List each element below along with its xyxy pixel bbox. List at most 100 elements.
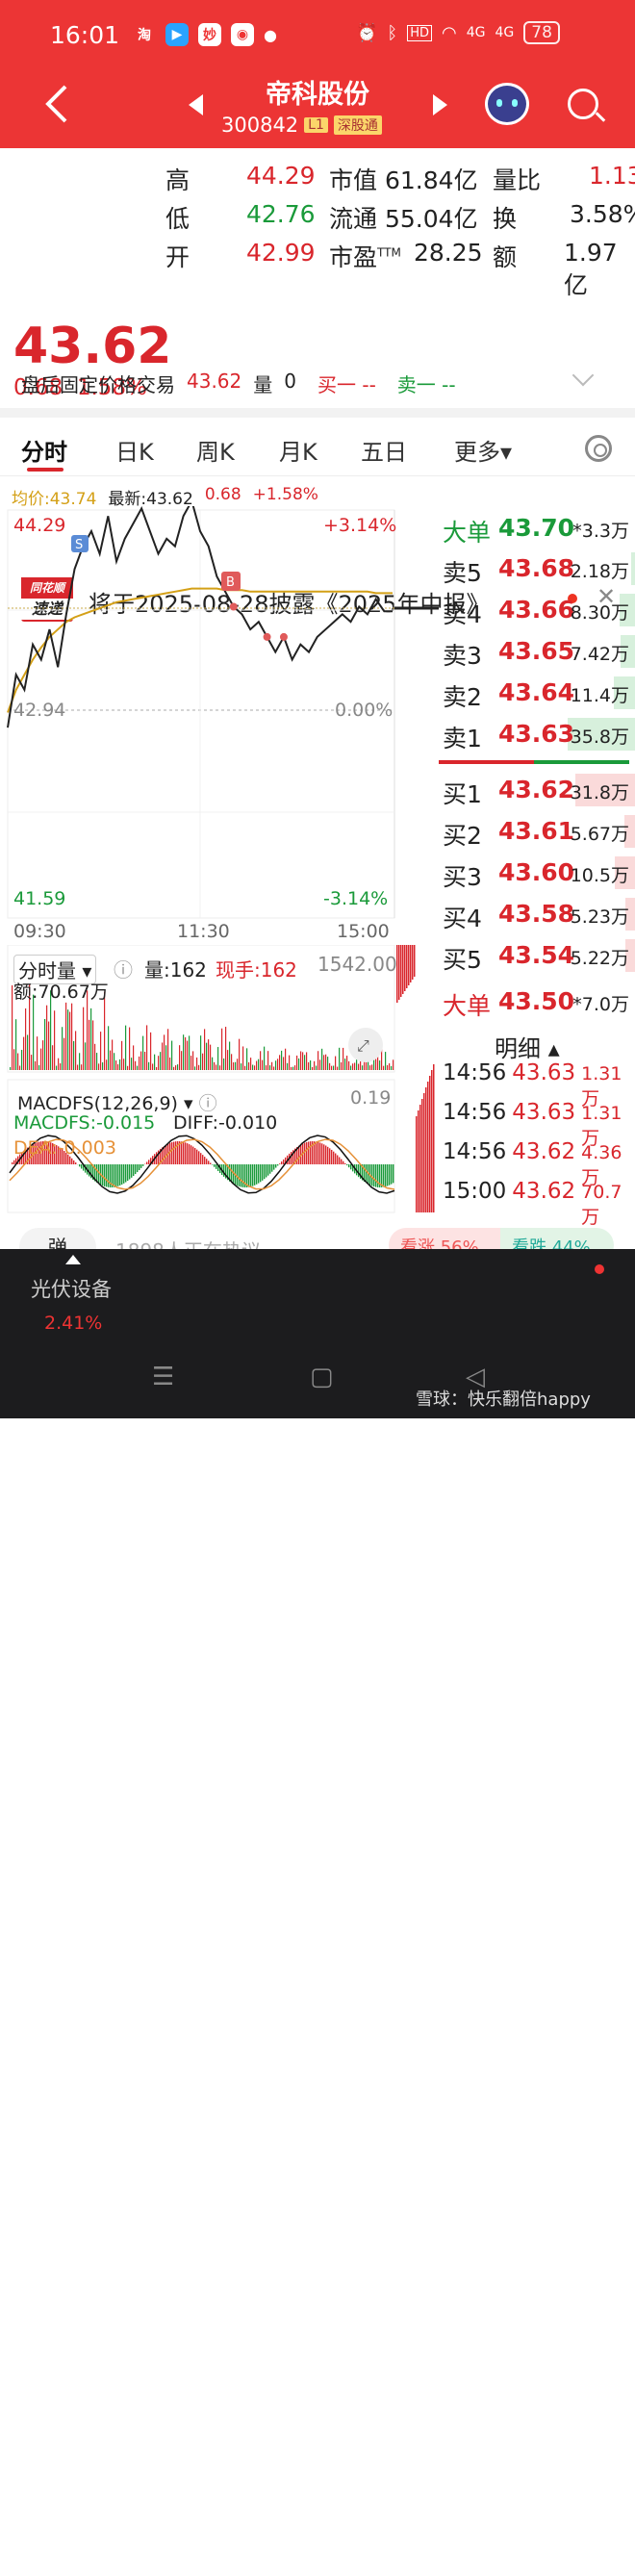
volume-bar — [37, 1036, 38, 1070]
volume-bar — [227, 1050, 228, 1070]
next-stock-icon[interactable] — [433, 94, 447, 115]
after-volume-bar — [431, 1070, 433, 1212]
float-label: 流通 — [329, 200, 377, 235]
volume-bar — [223, 1058, 224, 1070]
tab-intraday[interactable]: 分时 — [21, 433, 67, 467]
macd-bar — [383, 1164, 384, 1187]
tab-five-day[interactable]: 五日 — [361, 433, 407, 467]
volume-bar — [46, 1006, 47, 1070]
taobao-icon: 淘 — [133, 23, 156, 46]
functions-nav-button[interactable]: 功能 — [554, 2513, 593, 2576]
menu-nav-icon[interactable]: ☰ — [152, 1363, 174, 1391]
macd-bar — [196, 1150, 197, 1164]
sell-level-vol: 35.8万 — [571, 723, 629, 749]
macd-bar — [79, 1164, 80, 1166]
volume-bar — [73, 1041, 74, 1070]
volume-bar — [15, 1019, 16, 1070]
macd-bar — [127, 1164, 128, 1181]
volume-bar — [373, 1059, 374, 1070]
diagnose-nav-button[interactable]: 诊股 — [306, 2513, 344, 2576]
volume-bar — [208, 1039, 209, 1070]
macd-bar — [198, 1151, 199, 1164]
tab-weekly-k[interactable]: 周K — [196, 433, 235, 467]
volume-bar — [164, 1034, 165, 1070]
volume-bar — [266, 1065, 267, 1070]
search-icon[interactable] — [568, 89, 598, 119]
macd-bar — [248, 1164, 249, 1187]
dea-value: DEA:-0.003 — [13, 1137, 116, 1159]
volume-bar — [244, 1066, 245, 1070]
after-volume-bar — [433, 1064, 435, 1212]
macd-bar — [75, 1162, 76, 1164]
x-tick-close: 15:00 — [337, 921, 390, 942]
macd-bar — [266, 1164, 267, 1177]
tab-monthly-k[interactable]: 月K — [279, 433, 318, 467]
macd-bar — [212, 1164, 213, 1165]
y-high-label: 44.29 — [13, 515, 65, 536]
sell-level-label: 卖3 — [443, 637, 482, 672]
vol-ratio-value: 1.13 — [589, 162, 635, 190]
sell-level-label: 卖5 — [443, 554, 482, 589]
volume-bar — [350, 1065, 351, 1070]
macd-bar — [121, 1164, 122, 1185]
chevron-down-icon[interactable] — [572, 365, 595, 387]
notice-banner[interactable]: 同花顺速递 将于2025-08-28披露《2025年中报》 ✕ — [0, 283, 635, 348]
volume-bar — [298, 1058, 299, 1070]
open-value: 42.99 — [246, 239, 316, 267]
remove-watchlist-button[interactable]: 删自选 — [418, 2513, 475, 2576]
detail-tab[interactable]: 明细 ▴ — [495, 1030, 560, 1063]
remove-watchlist-label: 删自选 — [418, 2552, 475, 2575]
volume-bar — [348, 1061, 349, 1070]
volume-bar — [98, 1063, 99, 1070]
volume-bar — [354, 1062, 355, 1070]
status-app-icons: 淘 ▶ 妙 ◉ ● — [133, 23, 277, 46]
intraday-chart[interactable]: S B 44.29 42.94 41.59 +3.14% 0.00% -3.14… — [0, 506, 439, 943]
after-volume-bar — [402, 945, 404, 994]
sell-level-price: 43.68 — [498, 554, 574, 582]
macd-help-icon[interactable]: ⓘ — [199, 1093, 217, 1114]
buy-level-row: 买4 43.58 5.23万 — [439, 894, 635, 932]
remove-watchlist-icon — [432, 2513, 461, 2542]
macd-bar — [81, 1164, 82, 1168]
sell-level-vol: 11.4万 — [571, 681, 629, 707]
big-buy-price: 43.50 — [498, 987, 574, 1015]
home-nav-icon[interactable]: ▢ — [310, 1363, 334, 1391]
x-tick-open: 09:30 — [13, 921, 66, 942]
sector-name[interactable]: 光伏设备 — [31, 1274, 112, 1303]
trade-price: 43.62 — [512, 1179, 575, 1229]
bluetooth-icon: ᛒ — [387, 23, 397, 43]
amount-label: 额 — [493, 239, 517, 273]
macd-selector[interactable]: MACDFS(12,26,9) ▾ ⓘ — [17, 1089, 217, 1115]
expand-up-icon[interactable] — [65, 1255, 81, 1264]
dot-icon: ● — [264, 26, 277, 44]
y-low-label: 41.59 — [13, 888, 65, 909]
big-sell-label: 大单 — [443, 514, 491, 548]
hd-icon: HD — [407, 25, 432, 41]
settings-gear-icon[interactable] — [585, 435, 612, 462]
tab-more[interactable]: 更多▾ — [454, 433, 512, 467]
assistant-robot-icon[interactable] — [485, 83, 529, 125]
volume-bar — [192, 1051, 193, 1070]
volume-bar — [321, 1049, 322, 1070]
volume-bar — [140, 1052, 141, 1070]
after-hours-row[interactable]: 盘后固定价格交易 43.62 量 0 买一 -- 卖一 -- — [21, 370, 456, 397]
buy-level-label: 买3 — [443, 858, 482, 893]
macd-bar — [129, 1164, 130, 1180]
volume-bar — [83, 1007, 84, 1070]
macd-bar — [260, 1164, 261, 1182]
buy-level-label: 买1 — [443, 776, 482, 810]
volume-bar — [316, 1065, 317, 1070]
macd-bar — [189, 1144, 190, 1164]
volume-bar — [375, 1058, 376, 1070]
sell-level-label: 卖1 — [443, 720, 482, 754]
fullscreen-icon-glyph: ⤢ — [357, 1036, 369, 1055]
volume-bar — [167, 1029, 168, 1070]
volume-bar — [173, 1067, 174, 1070]
help-icon[interactable]: ⓘ — [114, 955, 133, 982]
order-nav-button[interactable]: 下单 — [183, 2513, 221, 2576]
macd-bar — [175, 1141, 176, 1164]
volume-bar — [67, 1009, 68, 1070]
diff-value: DIFF:-0.010 — [173, 1112, 277, 1134]
tab-daily-k[interactable]: 日K — [115, 433, 154, 467]
sell-level-vol: 2.18万 — [571, 557, 629, 583]
